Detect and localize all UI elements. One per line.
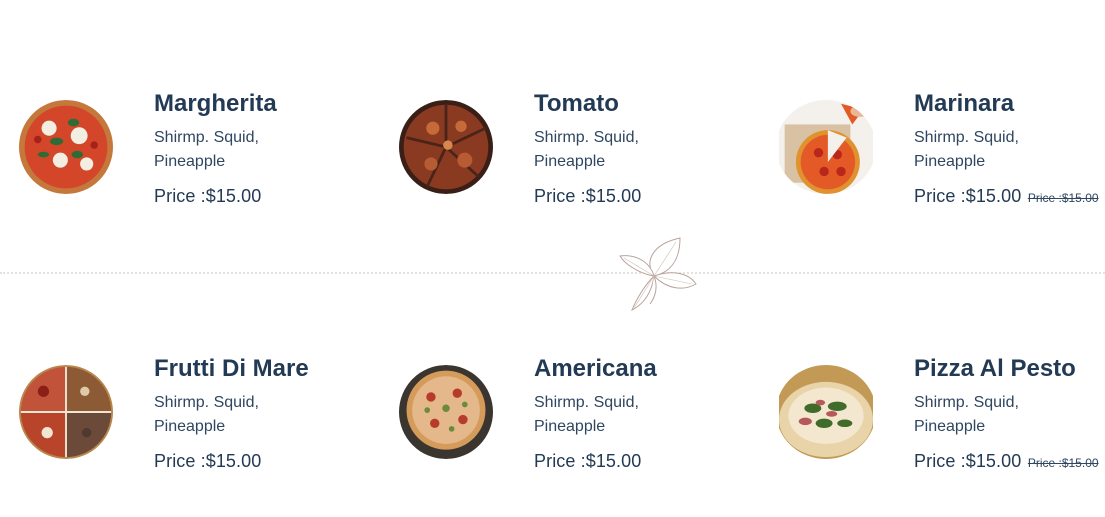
menu-item-margherita[interactable]: Margherita Shirmp. Squid, Pineapple Pric… bbox=[0, 90, 340, 240]
item-title: Tomato bbox=[534, 90, 619, 117]
menu-item-frutti-di-mare[interactable]: Frutti Di Mare Shirmp. Squid, Pineapple … bbox=[0, 355, 340, 505]
menu-item-text: Tomato Shirmp. Squid, Pineapple Price :$… bbox=[534, 90, 724, 210]
basil-leaf-icon bbox=[614, 234, 698, 314]
item-price: Price :$15.00 bbox=[914, 186, 1022, 206]
pizza-image bbox=[776, 365, 876, 459]
price-row: Price :$15.00 bbox=[534, 449, 724, 475]
pizza-image bbox=[396, 365, 496, 459]
item-price: Price :$15.00 bbox=[154, 186, 262, 206]
item-description: Shirmp. Squid, Pineapple bbox=[154, 129, 259, 170]
item-price: Price :$15.00 bbox=[534, 186, 642, 206]
item-description: Shirmp. Squid, Pineapple bbox=[154, 394, 259, 435]
menu-item-text: Marinara Shirmp. Squid, Pineapple Price … bbox=[914, 90, 1104, 210]
price-row: Price :$15.00 bbox=[534, 184, 724, 210]
item-title: Pizza Al Pesto bbox=[914, 355, 1076, 382]
pizza-image bbox=[396, 100, 496, 194]
item-description: Shirmp. Squid, Pineapple bbox=[534, 394, 639, 435]
menu-item-text: Americana Shirmp. Squid, Pineapple Price… bbox=[534, 355, 724, 475]
item-title: Marinara bbox=[914, 90, 1015, 117]
item-title: Americana bbox=[534, 355, 657, 382]
price-row: Price :$15.00 bbox=[154, 449, 344, 475]
item-description: Shirmp. Squid, Pineapple bbox=[914, 394, 1019, 435]
pizza-image bbox=[776, 100, 876, 194]
pizza-image bbox=[16, 365, 116, 459]
price-row: Price :$15.00 Price :$15.00 bbox=[914, 184, 1104, 210]
section-divider bbox=[0, 272, 1105, 274]
price-row: Price :$15.00 bbox=[154, 184, 344, 210]
menu-item-marinara[interactable]: Marinara Shirmp. Squid, Pineapple Price … bbox=[760, 90, 1100, 240]
item-description: Shirmp. Squid, Pineapple bbox=[914, 129, 1019, 170]
price-row: Price :$15.00 Price :$15.00 bbox=[914, 449, 1104, 475]
pizza-image bbox=[16, 100, 116, 194]
menu-item-tomato[interactable]: Tomato Shirmp. Squid, Pineapple Price :$… bbox=[380, 90, 720, 240]
item-old-price: Price :$15.00 bbox=[1027, 456, 1099, 470]
menu-item-text: Frutti Di Mare Shirmp. Squid, Pineapple … bbox=[154, 355, 344, 475]
menu-item-text: Pizza Al Pesto Shirmp. Squid, Pineapple … bbox=[914, 355, 1104, 475]
item-title: Frutti Di Mare bbox=[154, 355, 309, 382]
item-title: Margherita bbox=[154, 90, 277, 117]
menu-grid: Margherita Shirmp. Squid, Pineapple Pric… bbox=[0, 0, 1105, 517]
menu-item-text: Margherita Shirmp. Squid, Pineapple Pric… bbox=[154, 90, 344, 210]
menu-item-americana[interactable]: Americana Shirmp. Squid, Pineapple Price… bbox=[380, 355, 720, 505]
item-price: Price :$15.00 bbox=[534, 451, 642, 471]
menu-item-pizza-al-pesto[interactable]: Pizza Al Pesto Shirmp. Squid, Pineapple … bbox=[760, 355, 1100, 505]
item-description: Shirmp. Squid, Pineapple bbox=[534, 129, 639, 170]
item-price: Price :$15.00 bbox=[154, 451, 262, 471]
item-old-price: Price :$15.00 bbox=[1027, 191, 1099, 205]
item-price: Price :$15.00 bbox=[914, 451, 1022, 471]
